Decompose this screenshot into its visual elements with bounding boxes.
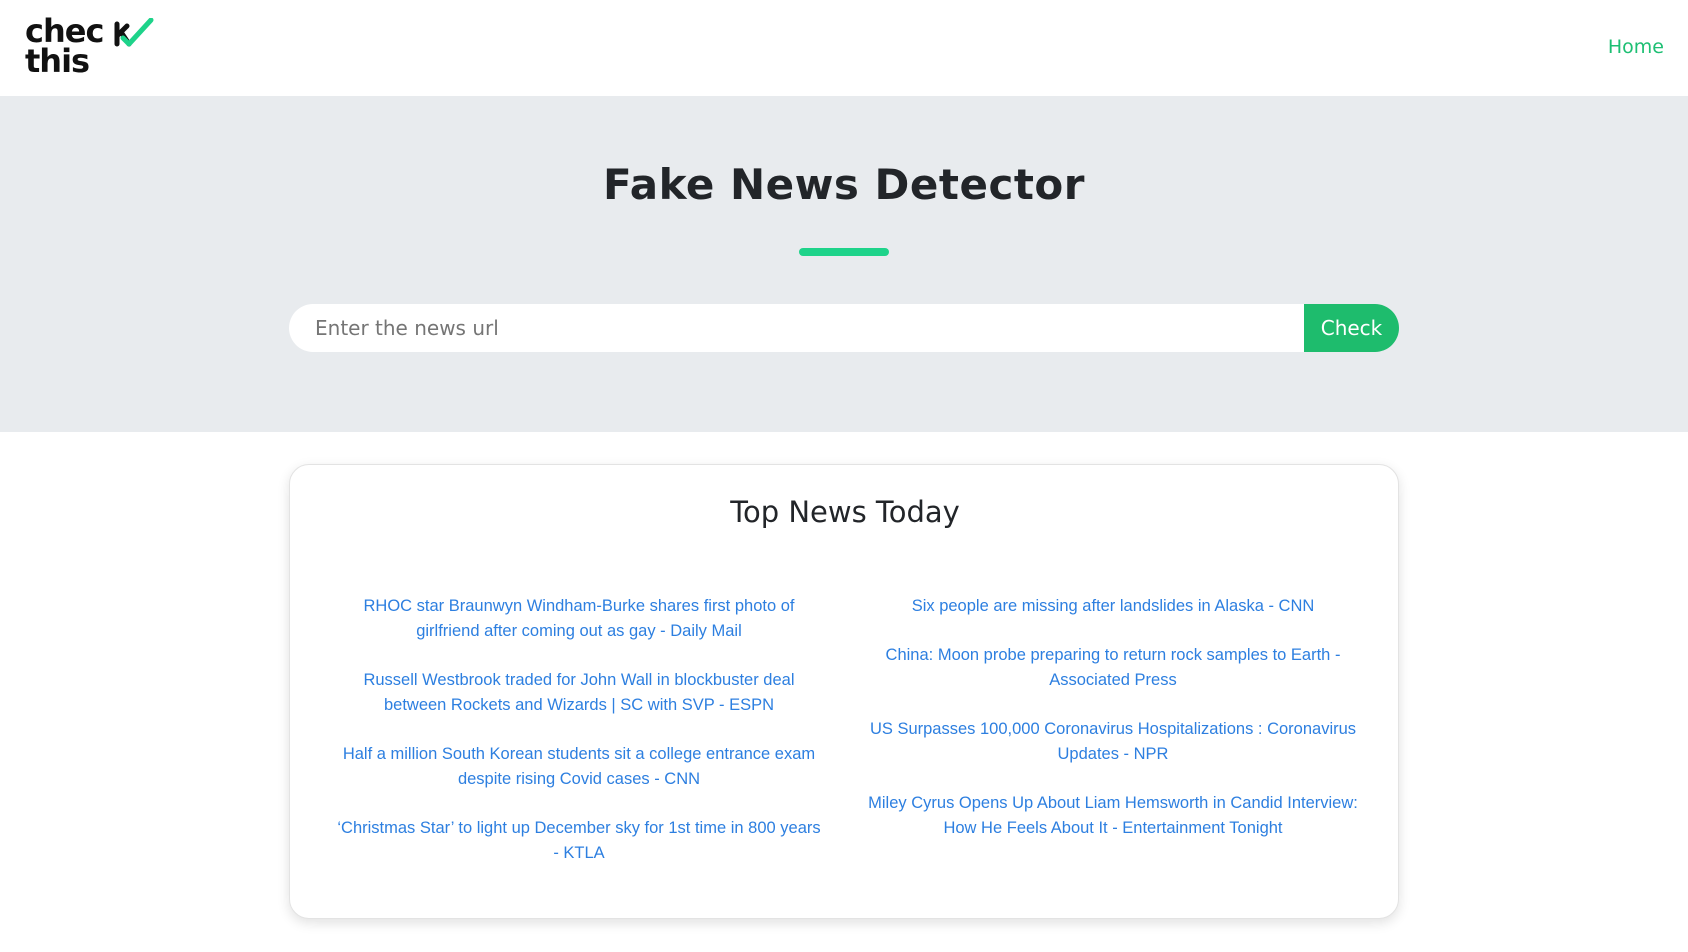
check-button[interactable]: Check: [1304, 304, 1399, 352]
logo-text-line1: chec: [25, 12, 104, 50]
news-link[interactable]: Miley Cyrus Opens Up About Liam Hemswort…: [868, 794, 1358, 837]
news-link[interactable]: China: Moon probe preparing to return ro…: [886, 646, 1341, 689]
title-underline: [799, 248, 889, 256]
news-link[interactable]: US Surpasses 100,000 Coronavirus Hospita…: [870, 720, 1356, 763]
list-item: Russell Westbrook traded for John Wall i…: [334, 668, 824, 718]
top-news-title: Top News Today: [730, 495, 960, 529]
news-link[interactable]: Six people are missing after landslides …: [912, 597, 1315, 615]
list-item: ‘Christmas Star’ to light up December sk…: [334, 816, 824, 866]
list-item: Miley Cyrus Opens Up About Liam Hemswort…: [868, 791, 1358, 841]
checkthis-logo[interactable]: chec this: [25, 12, 154, 84]
url-search-form: Check: [289, 304, 1399, 352]
news-list-right: Six people are missing after landslides …: [868, 594, 1358, 865]
news-list-left: RHOC star Braunwyn Windham-Burke shares …: [334, 594, 824, 890]
nav-home-link[interactable]: Home: [1608, 36, 1664, 58]
list-item: China: Moon probe preparing to return ro…: [868, 643, 1358, 693]
list-item: RHOC star Braunwyn Windham-Burke shares …: [334, 594, 824, 644]
news-link[interactable]: Half a million South Korean students sit…: [343, 745, 815, 788]
navbar: chec this Home: [0, 0, 1688, 96]
list-item: Half a million South Korean students sit…: [334, 742, 824, 792]
news-link[interactable]: RHOC star Braunwyn Windham-Burke shares …: [364, 597, 795, 640]
list-item: US Surpasses 100,000 Coronavirus Hospita…: [868, 717, 1358, 767]
page-title: Fake News Detector: [603, 160, 1085, 209]
hero-section: Fake News Detector Check: [0, 96, 1688, 432]
news-url-input[interactable]: [289, 304, 1305, 352]
top-news-card: Top News Today RHOC star Braunwyn Windha…: [289, 464, 1399, 919]
news-link[interactable]: Russell Westbrook traded for John Wall i…: [363, 671, 794, 714]
logo-text-line2: this: [25, 42, 90, 80]
checkmark-icon: [114, 18, 154, 47]
news-link[interactable]: ‘Christmas Star’ to light up December sk…: [337, 819, 820, 862]
list-item: Six people are missing after landslides …: [868, 594, 1358, 619]
